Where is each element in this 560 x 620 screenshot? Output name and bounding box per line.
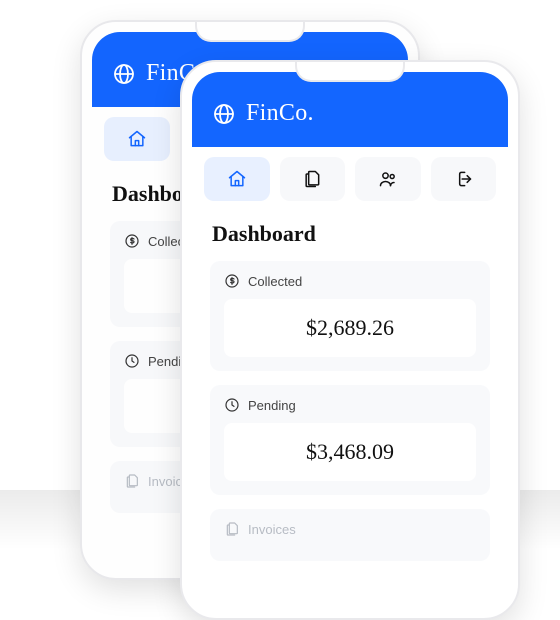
nav-bar	[192, 147, 508, 211]
users-icon	[378, 169, 398, 189]
card-pending-head: Pending	[224, 397, 476, 413]
nav-logout[interactable]	[431, 157, 497, 201]
nav-documents[interactable]	[280, 157, 346, 201]
logout-icon	[453, 169, 473, 189]
documents-icon	[302, 169, 322, 189]
card-invoices-head: Invoices	[224, 521, 476, 537]
content: Dashboard Collected $2,689.26 Pending	[192, 211, 508, 608]
card-invoices: Invoices	[210, 509, 490, 561]
card-pending: Pending $3,468.09	[210, 385, 490, 495]
page-title: Dashboard	[212, 221, 490, 247]
home-icon	[227, 169, 247, 189]
nav-users[interactable]	[355, 157, 421, 201]
phone-notch	[195, 22, 305, 42]
card-pending-value: $3,468.09	[224, 423, 476, 481]
card-collected: Collected $2,689.26	[210, 261, 490, 371]
card-collected-value: $2,689.26	[224, 299, 476, 357]
dollar-circle-icon	[124, 233, 140, 249]
nav-home[interactable]	[104, 117, 170, 161]
phone-mockup-front: FinCo.	[180, 60, 520, 620]
nav-home[interactable]	[204, 157, 270, 201]
phone-notch	[295, 62, 405, 82]
card-collected-label: Collected	[248, 274, 302, 289]
invoice-icon	[224, 521, 240, 537]
dollar-circle-icon	[224, 273, 240, 289]
card-invoices-label: Invoices	[248, 522, 296, 537]
card-pending-label: Pending	[248, 398, 296, 413]
globe-icon	[212, 102, 236, 126]
brand-name: FinCo.	[246, 100, 314, 127]
clock-icon	[124, 353, 140, 369]
app-header: FinCo.	[192, 72, 508, 147]
card-collected-head: Collected	[224, 273, 476, 289]
invoice-icon	[124, 473, 140, 489]
globe-icon	[112, 62, 136, 86]
home-icon	[127, 129, 147, 149]
clock-icon	[224, 397, 240, 413]
screen: FinCo.	[192, 72, 508, 608]
